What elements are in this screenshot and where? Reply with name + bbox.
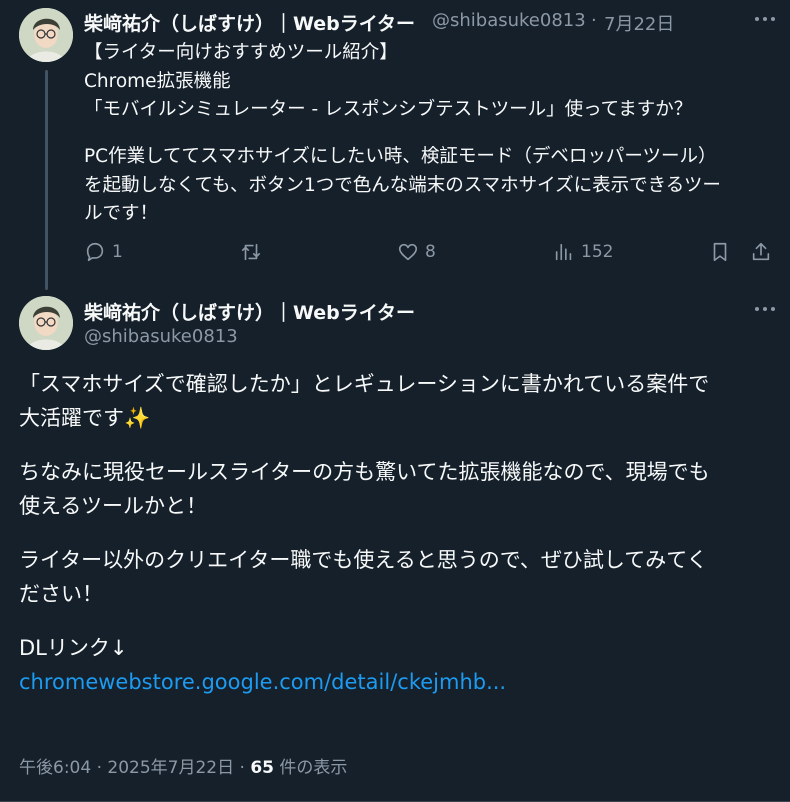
retweet-button[interactable] <box>240 241 268 263</box>
share-upload-icon <box>752 242 770 261</box>
views-button[interactable]: 152 <box>553 241 613 263</box>
more-horizontal-icon <box>755 307 775 311</box>
reply-button[interactable]: 1 <box>84 241 123 263</box>
author-name[interactable]: 柴﨑祐介（しばすけ）｜Webライター <box>84 298 415 325</box>
like-button[interactable]: 8 <box>397 241 436 263</box>
share-button[interactable] <box>750 241 772 263</box>
tweet-text-line <box>19 523 710 544</box>
views-count: 152 <box>581 242 614 262</box>
like-count: 8 <box>425 242 436 262</box>
tweet-text-line: ライター以外のクリエイター職でも使えると思うので、ぜひ試してみてく <box>19 548 708 572</box>
tweet-text-line: を起動しなくても、ボタン1つで色んな端末のスマホサイズに表示できるツー <box>84 174 721 196</box>
avatar-illustration-icon <box>19 8 73 62</box>
tweet-text: 「スマホサイズで確認したか」とレギュレーションに書かれている案件で 大活躍です✨… <box>19 368 710 699</box>
tweet-text-line: ちなみに現役セールスライターの方も驚いてた拡張機能なので、現場でも <box>19 460 710 484</box>
tweet-text-line <box>19 435 710 456</box>
tweet-text-line: 「モバイルシミュレーター - レスポンシブテストツール」使ってますか？ <box>84 99 693 120</box>
tweet-text-line: 大活躍です✨ <box>19 405 151 430</box>
tweet-text-line: 使えるツールかと！ <box>19 493 207 518</box>
more-horizontal-icon <box>755 17 775 21</box>
tweet-text-line <box>19 611 710 632</box>
views-label: 件の表示 <box>279 758 348 778</box>
tweet-text-line: 【ライター向けおすすめツール紹介】 <box>84 42 398 63</box>
avatar-illustration-icon <box>19 296 73 350</box>
bookmark-icon <box>713 242 727 262</box>
analytics-bars-icon <box>555 243 572 261</box>
thread-connector-line <box>45 70 48 290</box>
tweet-text-line: Chrome拡張機能 <box>84 70 231 92</box>
meta-separator: · <box>96 758 102 778</box>
tweet-date[interactable]: 7月22日 <box>604 10 674 36</box>
more-options-button[interactable] <box>750 6 780 32</box>
more-options-button[interactable] <box>750 296 780 322</box>
meta-separator: · <box>591 10 597 31</box>
views-count: 65 <box>250 758 275 778</box>
meta-separator: · <box>239 758 245 778</box>
retweet-icon <box>241 243 261 261</box>
tweet-text-line: 「スマホサイズで確認したか」とレギュレーションに書かれている案件で <box>19 372 710 396</box>
author-name[interactable]: 柴﨑祐介（しばすけ）｜Webライター <box>84 9 415 36</box>
tweet-text-line: ルです！ <box>84 203 159 224</box>
author-avatar[interactable] <box>19 296 73 350</box>
tweet-text-line <box>84 125 721 144</box>
tweet-metadata: 午後6:04 · 2025年7月22日 · 65 件の表示 <box>19 753 347 778</box>
download-link[interactable]: chromewebstore.google.com/detail/ckejmhb… <box>19 666 710 700</box>
tweet-text: 【ライター向けおすすめツール紹介】 Chrome拡張機能 「モバイルシミュレータ… <box>84 39 721 229</box>
tweet-text-line: PC作業しててスマホサイズにしたい時、検証モード（デベロッパーツール） <box>84 146 717 167</box>
tweet-time[interactable]: 午後6:04 <box>19 758 91 778</box>
author-avatar[interactable] <box>19 8 73 62</box>
reply-bubble-icon <box>86 242 104 262</box>
tweet-text-line: DLリンク↓ <box>19 636 128 660</box>
author-handle[interactable]: @shibasuke0813 <box>432 10 586 31</box>
tweet-text-line: ださい！ <box>19 581 103 606</box>
bookmark-button[interactable] <box>709 241 731 263</box>
heart-icon <box>398 243 418 261</box>
reply-count: 1 <box>112 242 123 262</box>
tweet-date[interactable]: 2025年7月22日 <box>107 758 234 778</box>
author-handle[interactable]: @shibasuke0813 <box>84 326 238 347</box>
